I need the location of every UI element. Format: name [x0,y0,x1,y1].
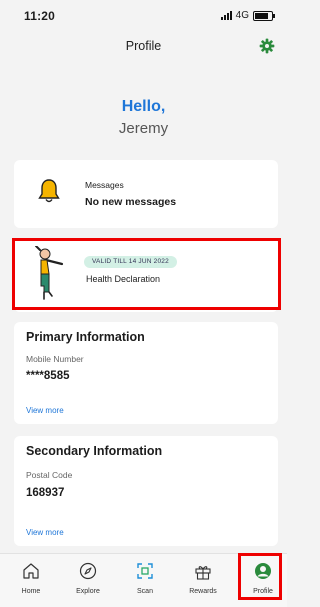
mobile-number-value: ****8585 [26,370,70,382]
header: Profile [0,30,287,62]
postal-code-value: 168937 [26,487,65,499]
tab-home-label: Home [21,588,41,595]
tab-rewards[interactable]: Rewards [178,554,228,607]
tab-explore[interactable]: Explore [63,554,113,607]
primary-info-card: Primary Information Mobile Number ****85… [14,322,278,424]
greeting-hello: Hello, [121,98,166,115]
messages-label: Messages [85,180,124,190]
gear-icon[interactable] [259,38,275,54]
tab-scan[interactable]: Scan [120,554,170,607]
status-indicators: 4G [220,10,275,21]
secondary-view-more-link[interactable]: View more [26,528,64,537]
signal-icon [220,11,232,20]
status-time: 11:20 [24,9,56,23]
home-icon [23,563,39,579]
messages-value: No new messages [85,196,177,208]
health-card-highlight [12,238,281,310]
postal-code-label: Postal Code [26,470,73,480]
tab-rewards-label: Rewards [189,588,217,595]
status-bar: 11:20 4G [0,0,287,30]
messages-card[interactable]: Messages No new messages [14,160,278,228]
network-type: 4G [235,10,249,21]
tab-explore-label: Explore [76,588,100,595]
compass-icon [79,562,97,580]
greeting-name: Jeremy [118,120,169,137]
primary-info-title: Primary Information [26,330,145,344]
battery-icon [253,10,275,21]
profile-tab-highlight [238,553,282,600]
tab-scan-label: Scan [137,588,153,595]
secondary-info-card: Secondary Information Postal Code 168937… [14,436,278,546]
primary-view-more-link[interactable]: View more [26,406,64,415]
gift-icon [195,566,211,580]
mobile-number-label: Mobile Number [26,354,84,364]
bell-icon [38,179,60,203]
secondary-info-title: Secondary Information [26,444,163,458]
tab-home[interactable]: Home [6,554,56,607]
page-title: Profile [125,39,162,53]
scan-icon [137,563,153,579]
